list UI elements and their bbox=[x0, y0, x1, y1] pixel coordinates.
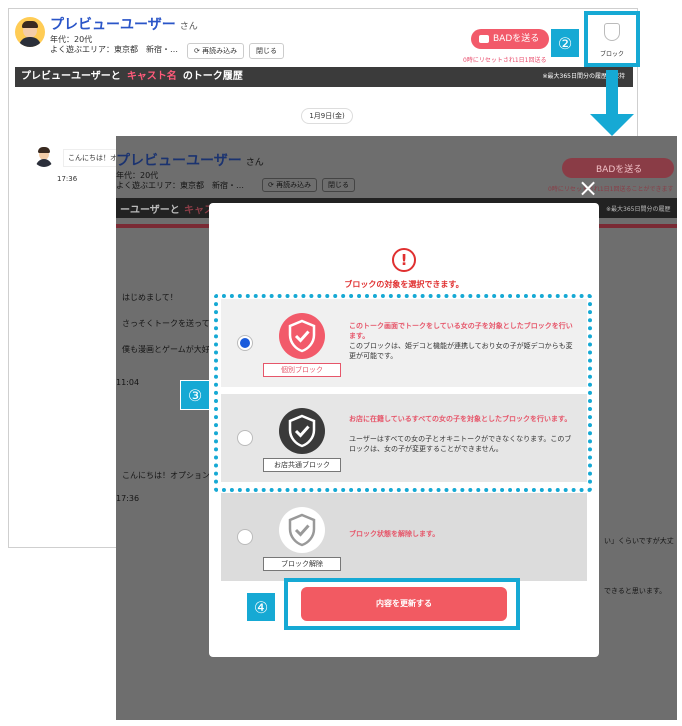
unblock-heading: ブロック状態を解除します。 bbox=[349, 530, 440, 538]
dim-message-2: さっそくトークを送って bbox=[122, 319, 210, 328]
shield-icon bbox=[604, 23, 620, 41]
dim-reload-button: ⟳ 再読み込み bbox=[262, 178, 318, 192]
speech-bubble-icon bbox=[479, 35, 489, 43]
dim-bad-note: 0時にリセットされ1日1回送ることができます bbox=[548, 186, 674, 193]
message-bubble: こんにちは！オ bbox=[63, 149, 122, 167]
dim-user-name: プレビューユーザー さん bbox=[116, 153, 264, 169]
user-avatar bbox=[15, 17, 45, 47]
radio-unblock[interactable] bbox=[237, 529, 253, 545]
block-label: ブロック bbox=[599, 51, 624, 58]
step-4-marker: ④ bbox=[246, 592, 276, 622]
dim-message-3: 僕も漫画とゲームが大好 bbox=[122, 345, 210, 354]
close-talk-button[interactable]: 閉じる bbox=[249, 43, 284, 59]
block-button[interactable]: ブロック bbox=[584, 11, 640, 67]
dim-right-fragment-2: できると思います。 bbox=[604, 587, 667, 595]
step-2-marker: ② bbox=[550, 28, 580, 58]
message-time: 17:36 bbox=[57, 175, 78, 183]
unblock-label: ブロック解除 bbox=[263, 557, 341, 571]
arrow-down-icon bbox=[606, 70, 618, 116]
date-pill: 1月9日(金) bbox=[301, 108, 353, 124]
modal-title: ブロックの対象を選択できます。 bbox=[344, 280, 464, 289]
user-area: よく遊ぶエリア：東京都 新宿・… bbox=[50, 45, 178, 54]
unblock-shield-icon bbox=[279, 507, 325, 553]
step-4-highlight bbox=[284, 578, 520, 630]
dim-message-time-2: 17:36 bbox=[116, 494, 140, 503]
option-unblock[interactable]: ブロック解除 ブロック状態を解除します。 bbox=[221, 493, 587, 581]
dim-message-4: こんにちは！オプション bbox=[122, 471, 210, 480]
honorific: さん bbox=[179, 22, 198, 32]
dim-right-fragment-1: い」くらいですが大丈 bbox=[604, 537, 674, 545]
close-icon[interactable]: × bbox=[578, 176, 598, 200]
dim-message-time-1: 11:04 bbox=[116, 378, 140, 387]
user-header: プレビューユーザー さん 年代：20代 よく遊ぶエリア：東京都 新宿・… bbox=[15, 17, 198, 55]
step-3-marker: ③ bbox=[180, 380, 210, 410]
reload-icon: ⟳ bbox=[194, 47, 203, 55]
arrow-head-icon bbox=[590, 114, 634, 136]
dim-message-1: はじめまして！ bbox=[122, 293, 178, 302]
step-3-highlight bbox=[214, 294, 592, 492]
dim-user-area: よく遊ぶエリア：東京都 新宿・… bbox=[116, 181, 244, 190]
warning-icon: ! bbox=[392, 248, 416, 272]
bad-note: 0時にリセットされ1日1回送る bbox=[463, 57, 547, 64]
bad-send-button[interactable]: BADを送る bbox=[471, 29, 550, 49]
dim-close-button: 閉じる bbox=[322, 178, 355, 192]
user-age: 年代：20代 bbox=[50, 35, 93, 44]
reload-button[interactable]: ⟳ 再読み込み bbox=[187, 43, 245, 59]
user-name: プレビューユーザー さん bbox=[50, 17, 198, 33]
history-bar: プレビューユーザーと キャスト名 のトーク履歴 ※最大365日間分の履歴が保持 bbox=[15, 67, 633, 87]
message-avatar bbox=[33, 145, 55, 167]
cast-name: キャスト名 bbox=[126, 71, 177, 82]
